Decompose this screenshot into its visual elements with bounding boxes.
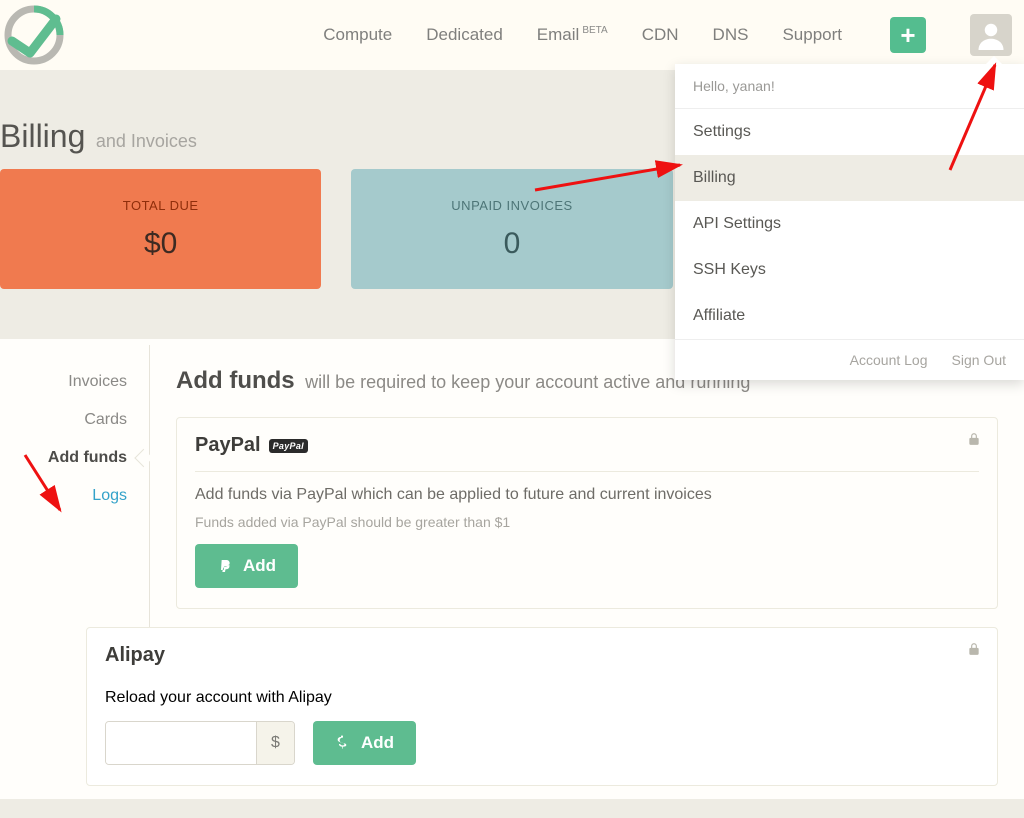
sidebar-logs[interactable]: Logs: [0, 477, 149, 515]
top-bar: Compute Dedicated EmailBETA CDN DNS Supp…: [0, 0, 1024, 70]
alipay-panel: Alipay Reload your account with Alipay $…: [86, 627, 998, 786]
user-icon: [976, 20, 1006, 50]
unpaid-label: UNPAID INVOICES: [451, 198, 572, 213]
paypal-title: PayPal PayPal: [195, 434, 979, 457]
dropdown-settings[interactable]: Settings: [675, 109, 1024, 155]
lock-icon: [967, 642, 981, 661]
paypal-add-button[interactable]: Add: [195, 544, 298, 588]
plus-icon: +: [900, 20, 915, 51]
content-title: Add funds: [176, 367, 295, 394]
alipay-title: Alipay: [105, 644, 979, 667]
account-log-link[interactable]: Account Log: [850, 352, 928, 368]
nav-dns[interactable]: DNS: [713, 25, 749, 45]
divider: [195, 471, 979, 472]
paypal-desc: Add funds via PayPal which can be applie…: [195, 486, 979, 504]
sign-out-link[interactable]: Sign Out: [952, 352, 1006, 368]
content: Add funds will be required to keep your …: [150, 345, 1024, 786]
user-dropdown: Hello, yanan! Settings Billing API Setti…: [675, 64, 1024, 380]
dropdown-footer: Account Log Sign Out: [675, 339, 1024, 380]
logo[interactable]: [2, 3, 66, 67]
nav-dedicated[interactable]: Dedicated: [426, 25, 503, 45]
nav-cdn[interactable]: CDN: [642, 25, 679, 45]
paypal-icon: [217, 558, 233, 574]
dropdown-ssh-keys[interactable]: SSH Keys: [675, 247, 1024, 293]
unpaid-value: 0: [504, 227, 521, 261]
nav-compute[interactable]: Compute: [323, 25, 392, 45]
alipay-amount-row: $ Add: [105, 721, 979, 765]
lock-icon: [967, 432, 981, 451]
alipay-add-button[interactable]: Add: [313, 721, 416, 765]
nav-support[interactable]: Support: [782, 25, 842, 45]
amount-input-group: $: [105, 721, 295, 765]
alipay-amount-input[interactable]: [106, 722, 256, 764]
avatar[interactable]: [970, 14, 1012, 56]
sidebar-cards[interactable]: Cards: [0, 401, 149, 439]
unpaid-invoices-tile[interactable]: UNPAID INVOICES 0: [351, 169, 672, 289]
alipay-desc: Reload your account with Alipay: [105, 689, 979, 707]
sidebar-invoices[interactable]: Invoices: [0, 363, 149, 401]
total-due-label: TOTAL DUE: [123, 198, 199, 213]
page-title: Billing: [0, 118, 85, 154]
dropdown-billing[interactable]: Billing: [675, 155, 1024, 201]
dropdown-affiliate[interactable]: Affiliate: [675, 293, 1024, 339]
dropdown-api-settings[interactable]: API Settings: [675, 201, 1024, 247]
dollar-icon: [335, 735, 351, 751]
nav-email[interactable]: EmailBETA: [537, 25, 608, 45]
paypal-note: Funds added via PayPal should be greater…: [195, 514, 979, 530]
paypal-panel: PayPal PayPal Add funds via PayPal which…: [176, 417, 998, 609]
sidebar-add-funds[interactable]: Add funds: [0, 439, 149, 477]
currency-label: $: [256, 722, 294, 764]
beta-badge: BETA: [582, 25, 607, 36]
dropdown-greeting: Hello, yanan!: [675, 64, 1024, 109]
total-due-value: $0: [144, 227, 177, 261]
paypal-badge-icon: PayPal: [269, 439, 308, 453]
total-due-tile[interactable]: TOTAL DUE $0: [0, 169, 321, 289]
main-nav: Compute Dedicated EmailBETA CDN DNS Supp…: [323, 14, 1012, 56]
add-button[interactable]: +: [890, 17, 926, 53]
page-subtitle: and Invoices: [96, 131, 197, 151]
main-area: Invoices Cards Add funds Logs Add funds …: [0, 339, 1024, 799]
